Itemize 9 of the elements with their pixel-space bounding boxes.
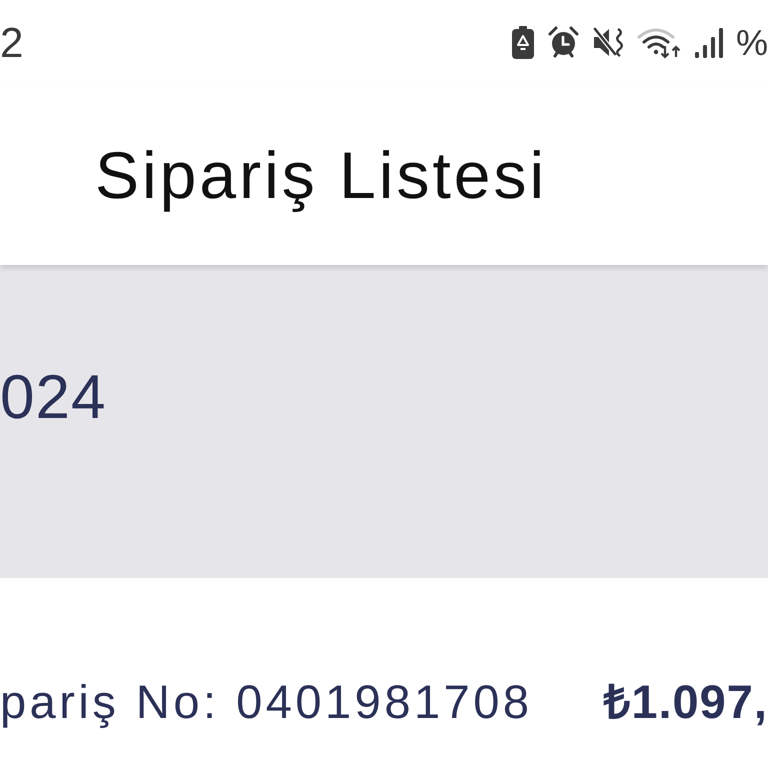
date-text: 024: [0, 367, 106, 429]
battery-saver-icon: [510, 26, 535, 59]
alarm-clock-icon: [546, 26, 580, 59]
order-total: ₺1.097,: [603, 678, 768, 725]
signal-bars-icon: [694, 28, 724, 58]
muted-speaker-icon: [592, 26, 625, 59]
battery-percent: %: [736, 24, 768, 60]
wifi-icon: [636, 26, 682, 59]
status-time: 2: [0, 22, 24, 64]
